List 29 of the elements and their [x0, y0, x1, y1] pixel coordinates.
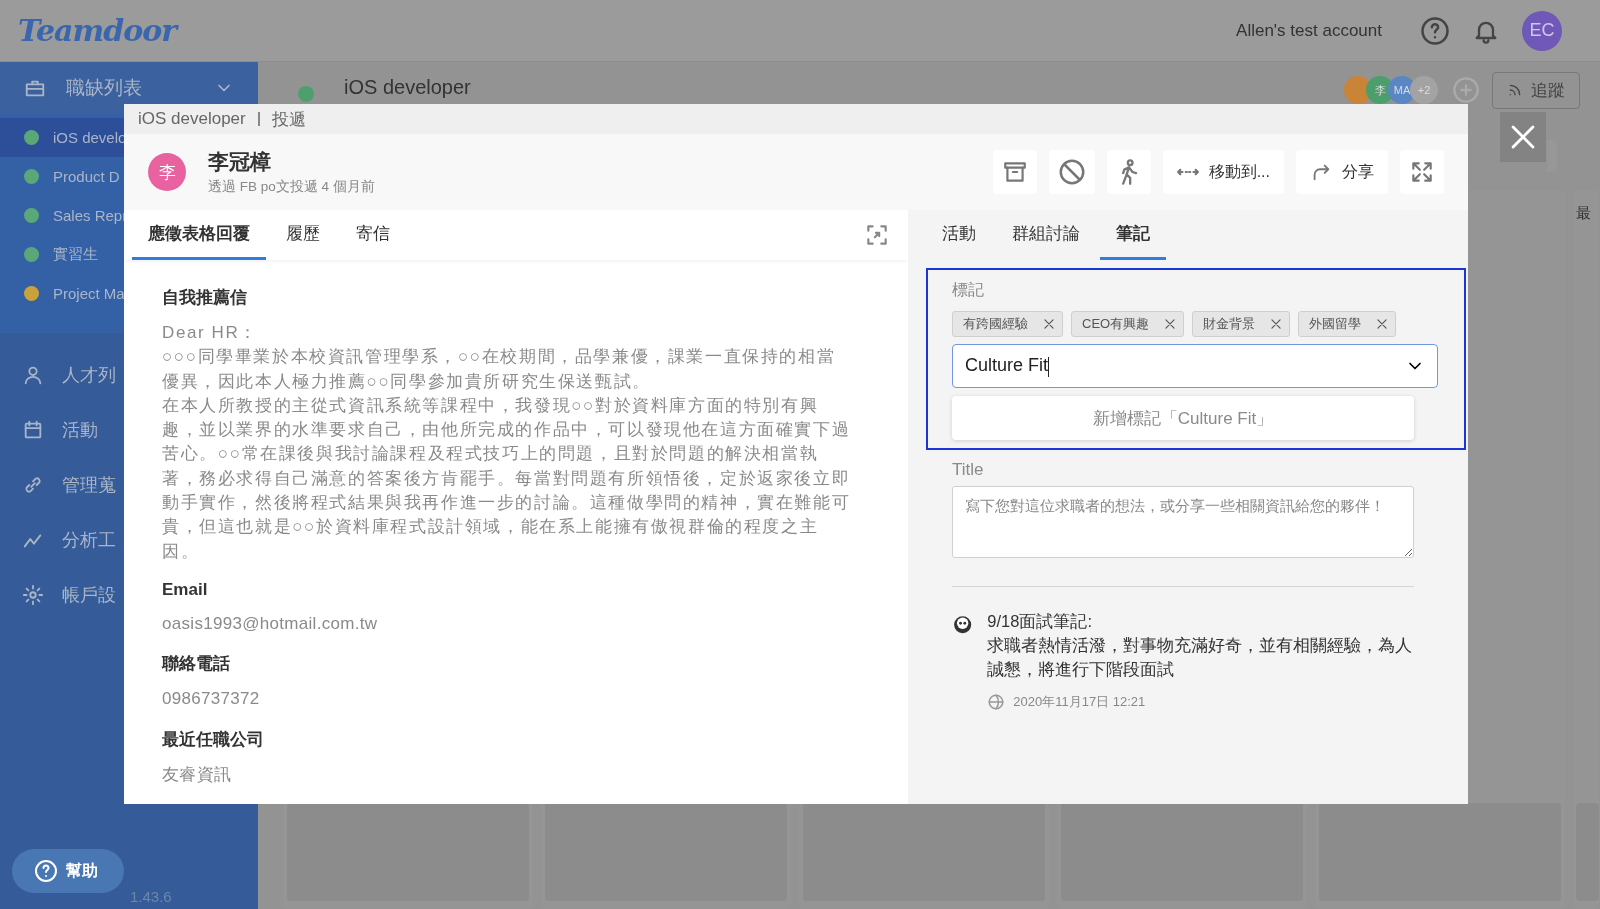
breadcrumb-item: 投遞 — [271, 108, 306, 131]
column-title: 最 — [1576, 204, 1592, 223]
tag-chip: 外國留學 — [1298, 311, 1397, 337]
candidate-avatar: 李 — [148, 153, 186, 191]
field-value: 在本人所教授的主從式資訊系統等課程中，我發現○○對於資料庫方面的特別有興趣，並以業界的水準要求自己，由他所完成的作品中，可以發現他在這方面確實下過苦心。○○常在課後與我討論課程及程式技巧上的問題，且對於問題的解決相當執著，務必求得自己滿意的答案後方肯罷手。每當對問題有所領悟後，定於返家後立即動手實作，然後將程式結果與我再作進一步的討論。這種做學問的精神，實在難能可貴，但這也就是○○於資料庫程式設計領域，能在系上能擁有傲視群倫的程度之主因。 — [162, 394, 852, 563]
field-label: Email — [162, 579, 209, 600]
field-value: 0986737372 — [162, 688, 261, 711]
field-value: 友睿資訊 — [162, 763, 233, 786]
field-value: oasis1993@hotmail.com.tw — [162, 612, 379, 635]
note-text: 求職者熱情活潑，對事物充滿好奇，並有相關經驗，為人誠懇，將進行下階段面試 — [987, 635, 1414, 680]
note-timestamp: 2020年11月17日 12:21 — [1013, 693, 1146, 711]
job-title: Project Ma — [53, 285, 125, 302]
version-text: 1.43.6 — [130, 888, 172, 905]
field-value: Dear HR： — [162, 322, 259, 344]
tag-chip: CEO有興趣 — [1071, 311, 1185, 337]
candidate-source: 透過 FB po文投遞 4 個月前 — [208, 178, 375, 196]
tag-chip: 財金背景 — [1192, 311, 1291, 337]
field-value: ○○○同學畢業於本校資訊管理學系，○○在校期間，品學兼優，課業一直保持的相當優異，因此本人極力推薦○○同學參加貴所研究生保送甄試。 — [162, 346, 837, 393]
field-label: 聯絡電話 — [162, 653, 231, 676]
field-label: Title — [952, 460, 985, 480]
field-label: 標記 — [952, 280, 985, 300]
candidate-name: 李冠樟 — [208, 149, 272, 175]
field-label: 最近任職公司 — [162, 728, 265, 751]
job-title: Product D — [53, 168, 120, 185]
tag-chip: 有跨國經驗 — [952, 311, 1063, 337]
field-label: 自我推薦信 — [162, 287, 248, 309]
job-title: iOS developer — [344, 75, 472, 99]
note-title: 9/18面試筆記: — [987, 611, 1093, 632]
job-title: 實習生 — [53, 245, 98, 264]
